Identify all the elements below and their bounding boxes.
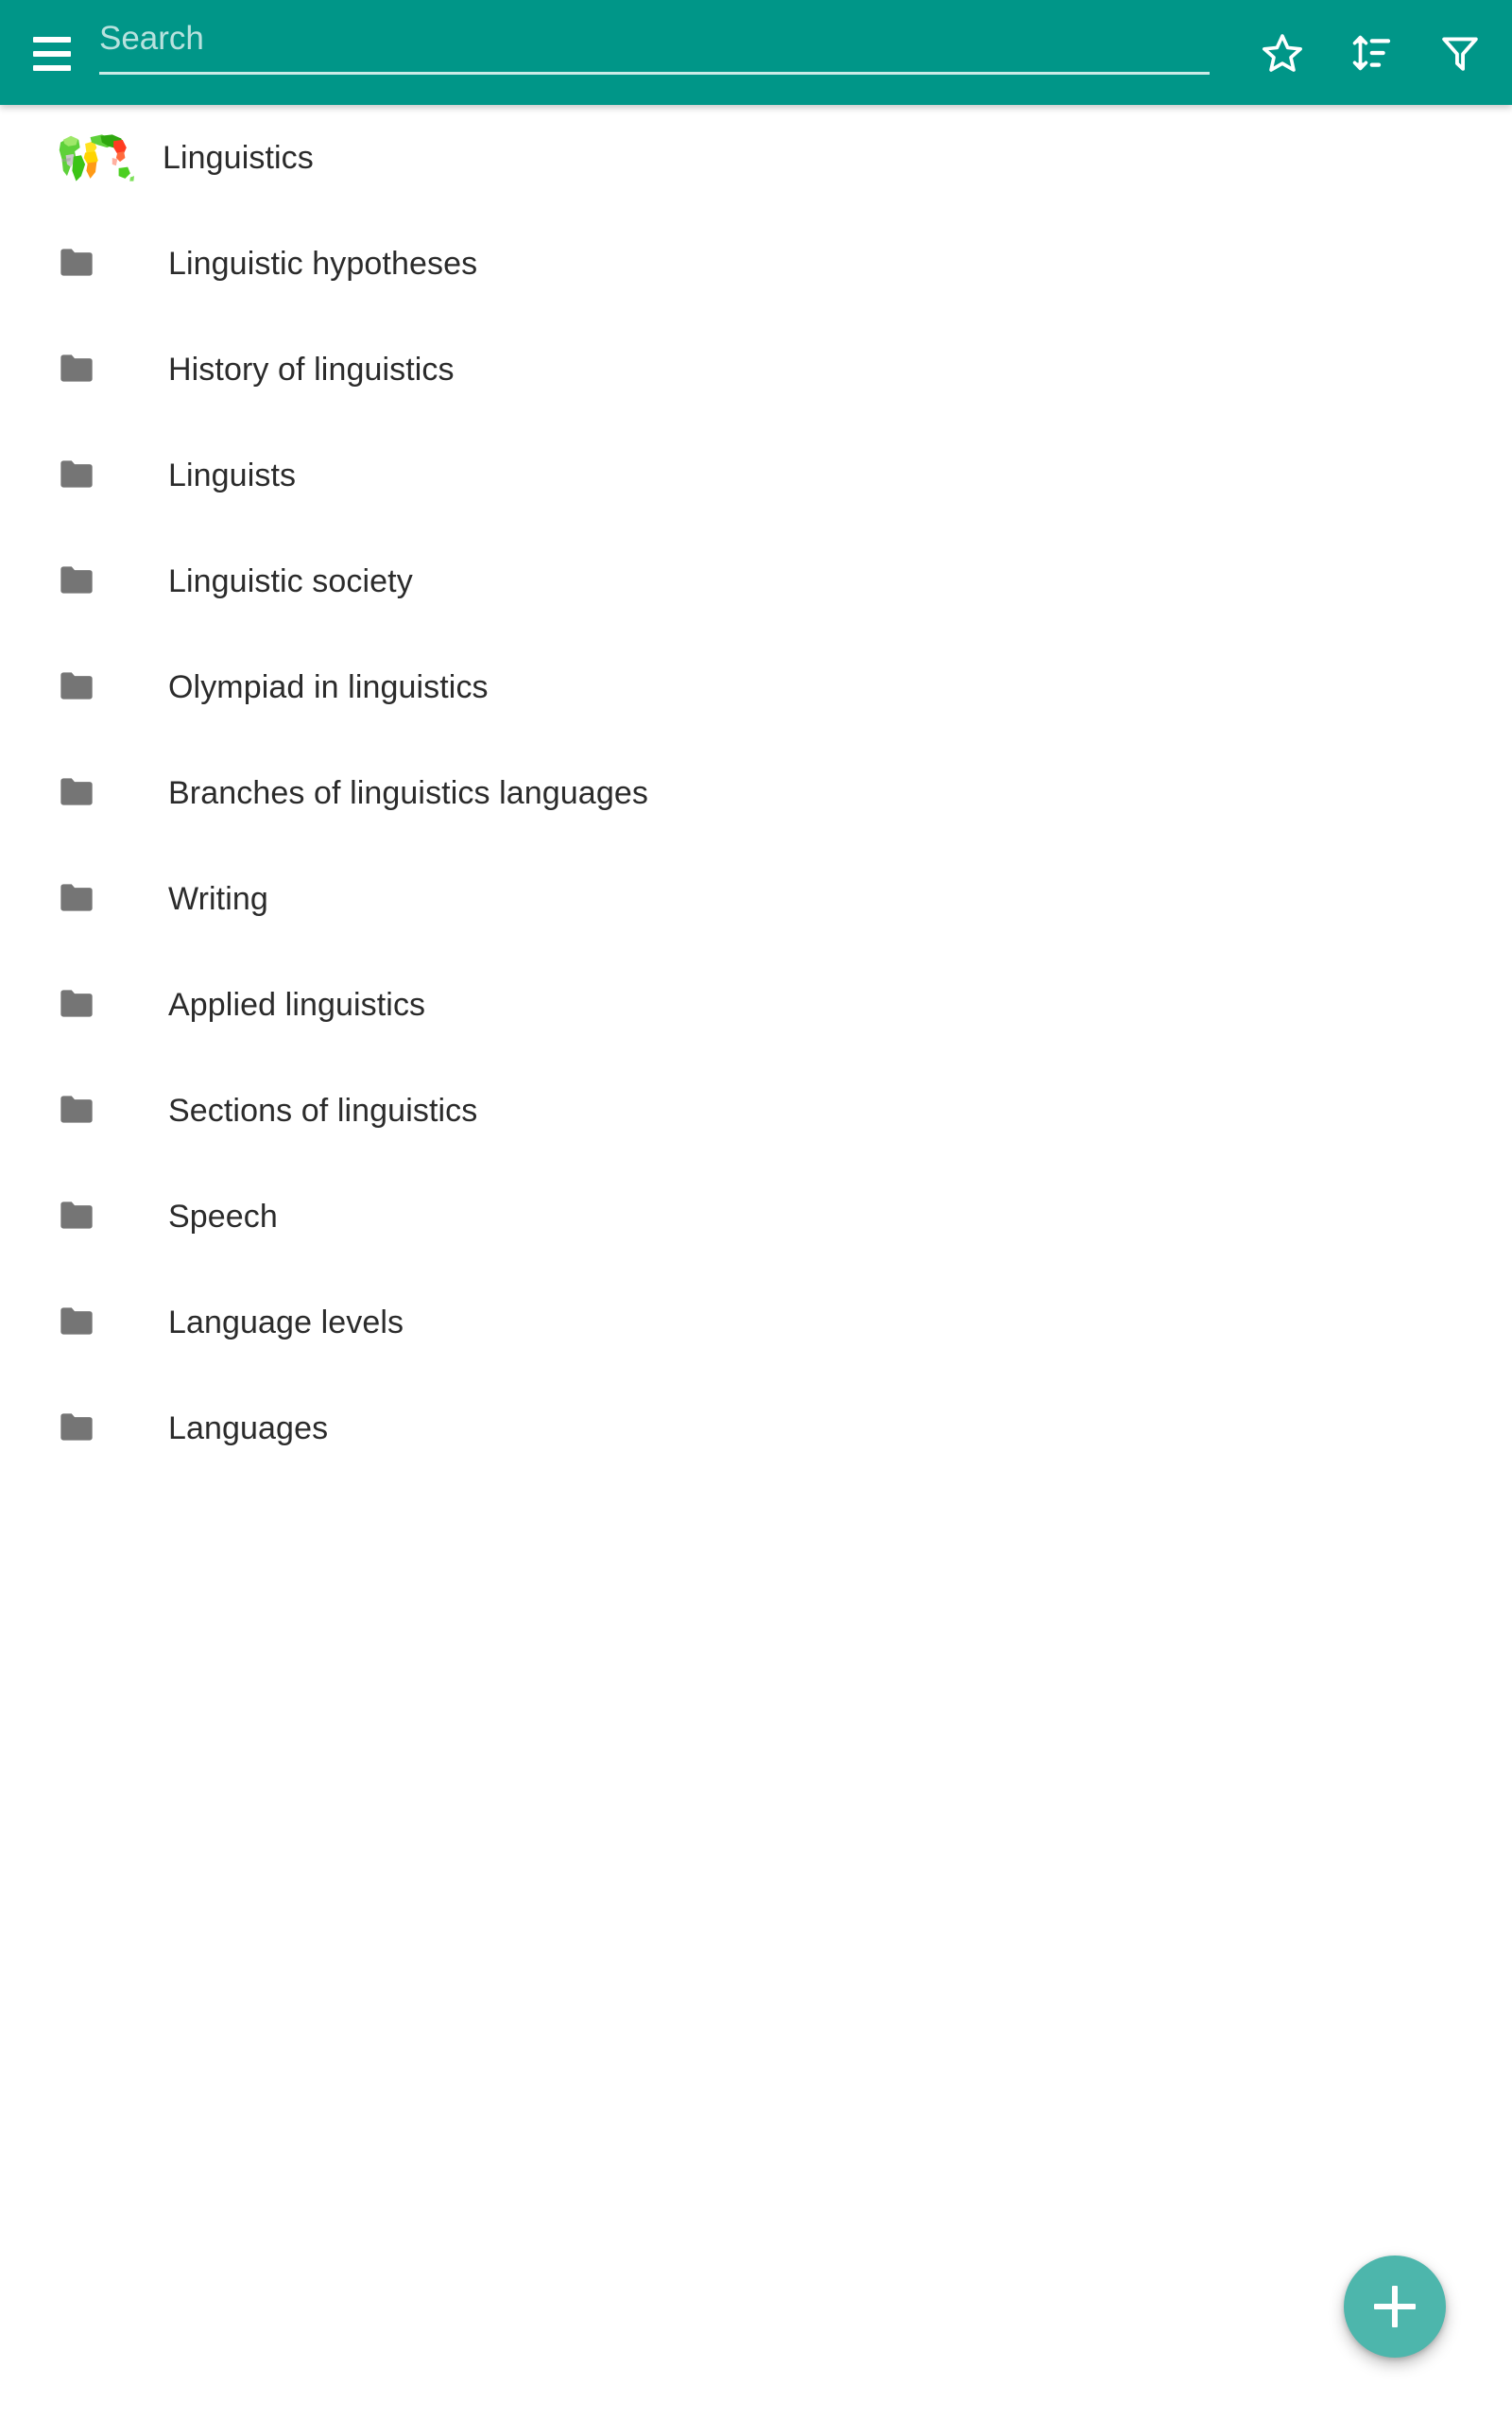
folder-icon — [57, 751, 142, 836]
list-item-label: Linguistics — [163, 139, 314, 176]
menu-line-1 — [33, 37, 71, 43]
list-item[interactable]: Languages — [0, 1375, 1512, 1481]
list-item-label: Applied linguistics — [168, 986, 426, 1023]
sort-button[interactable] — [1336, 18, 1406, 88]
folder-icon — [57, 539, 142, 624]
app-bar-actions — [1247, 17, 1495, 89]
list-item-label: Writing — [168, 880, 268, 917]
list-item[interactable]: Linguistics — [0, 105, 1512, 211]
list-item[interactable]: Speech — [0, 1164, 1512, 1270]
folder-icon — [57, 962, 142, 1047]
sort-icon — [1349, 31, 1393, 75]
list-item-label: Speech — [168, 1198, 278, 1235]
search-underline — [99, 72, 1210, 75]
list-item[interactable]: Writing — [0, 846, 1512, 952]
list-item-label: Languages — [168, 1409, 329, 1446]
folder-icon — [57, 327, 142, 412]
world-map-icon — [57, 115, 142, 200]
list-item-label: Linguists — [168, 457, 297, 493]
list-item[interactable]: Language levels — [0, 1270, 1512, 1375]
favorites-button[interactable] — [1247, 18, 1317, 88]
list-item-label: Linguistic hypotheses — [168, 245, 478, 282]
list-item[interactable]: History of linguistics — [0, 317, 1512, 423]
list-item-label: Sections of linguistics — [168, 1092, 478, 1129]
star-outline-icon — [1261, 31, 1304, 75]
folder-icon — [57, 433, 142, 518]
folder-icon — [57, 1068, 142, 1153]
add-button[interactable] — [1344, 2256, 1446, 2358]
list-item-label: Olympiad in linguistics — [168, 668, 489, 705]
list-item[interactable]: Linguistic hypotheses — [0, 211, 1512, 317]
filter-button[interactable] — [1425, 18, 1495, 88]
folder-icon — [57, 645, 142, 730]
search-input[interactable] — [99, 15, 1210, 62]
plus-icon-vertical — [1392, 2286, 1398, 2327]
list-item-label: History of linguistics — [168, 351, 455, 388]
hamburger-menu-icon[interactable] — [23, 25, 81, 83]
list-item-label: Language levels — [168, 1304, 404, 1340]
list-item[interactable]: Applied linguistics — [0, 952, 1512, 1058]
top-app-bar — [0, 0, 1512, 105]
folder-list: Linguistics Linguistic hypotheses History … — [0, 105, 1512, 1481]
app-root: Linguistics Linguistic hypotheses History … — [0, 0, 1512, 2420]
list-item[interactable]: Branches of linguistics languages — [0, 740, 1512, 846]
list-item-label: Linguistic society — [168, 562, 413, 599]
menu-line-3 — [33, 65, 71, 71]
filter-funnel-icon — [1438, 31, 1482, 75]
list-item[interactable]: Linguists — [0, 423, 1512, 528]
folder-icon — [57, 221, 142, 306]
list-item-label: Branches of linguistics languages — [168, 774, 648, 811]
list-item[interactable]: Sections of linguistics — [0, 1058, 1512, 1164]
folder-icon — [57, 1386, 142, 1471]
folder-icon — [57, 856, 142, 942]
folder-icon — [57, 1174, 142, 1259]
search-field[interactable] — [99, 15, 1210, 75]
list-item[interactable]: Linguistic society — [0, 528, 1512, 634]
folder-icon — [57, 1280, 142, 1365]
menu-line-2 — [33, 51, 71, 57]
list-item[interactable]: Olympiad in linguistics — [0, 634, 1512, 740]
